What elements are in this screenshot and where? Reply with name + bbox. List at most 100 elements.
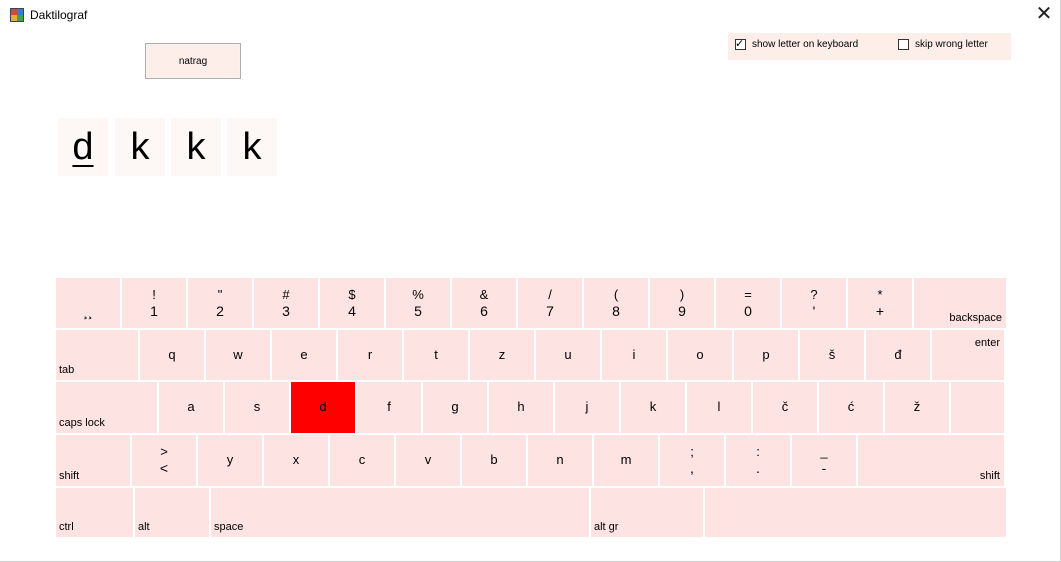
- key-y: y: [198, 435, 262, 486]
- key-m: m: [594, 435, 658, 486]
- key-q: q: [140, 330, 204, 380]
- key-c5be: ž: [885, 382, 949, 433]
- close-button[interactable]: ✕: [1030, 2, 1058, 28]
- key-label: tab: [59, 364, 75, 376]
- key-shift-symbol: %: [412, 287, 424, 302]
- key-x: x: [264, 435, 328, 486]
- key-shift-symbol: ;: [690, 444, 694, 459]
- key-f: f: [357, 382, 421, 433]
- key-shift: shift: [56, 435, 130, 486]
- key-symbol: 5: [414, 303, 422, 319]
- key-symbol: ': [812, 303, 816, 319]
- skip-wrong-checkbox[interactable]: skip wrong letter: [898, 39, 988, 50]
- key-letter: b: [490, 452, 498, 467]
- key-symbol: -: [821, 460, 827, 476]
- key-shift-symbol: /: [548, 287, 552, 302]
- key-7: /7: [518, 278, 582, 328]
- key-letter: ž: [913, 399, 921, 414]
- key-p: p: [734, 330, 798, 380]
- key-shift-symbol: !: [152, 287, 156, 302]
- key-c5a1: š: [800, 330, 864, 380]
- target-letter: k: [115, 118, 165, 176]
- key-shift-symbol: >: [160, 444, 168, 459]
- letter-char: d: [72, 126, 94, 168]
- key-shift-symbol: (: [613, 287, 619, 302]
- key-label: backspace: [949, 312, 1002, 324]
- key-letter: q: [168, 347, 176, 362]
- key-backspace: backspace: [914, 278, 1006, 328]
- key-symbol: ¸¸: [83, 303, 93, 319]
- key-letter: k: [649, 399, 657, 414]
- key-shift-symbol: _: [820, 444, 828, 459]
- key-3: #3: [254, 278, 318, 328]
- key-shift-symbol: =: [744, 287, 752, 302]
- key-letter: i: [632, 347, 636, 362]
- key-letter: ć: [847, 399, 855, 414]
- show-letter-label: show letter on keyboard: [752, 39, 859, 50]
- key-j: j: [555, 382, 619, 433]
- key-shift-symbol: :: [756, 444, 760, 459]
- key-shift: shift: [858, 435, 1004, 486]
- key-e: e: [272, 330, 336, 380]
- key-shift-symbol: #: [282, 287, 290, 302]
- key-s: s: [225, 382, 289, 433]
- key-shift-symbol: ?: [810, 287, 818, 302]
- on-screen-keyboard: ¸¸! 1 " 2 #3 $4% 5 & 6/7(8) 9 = 0? ' * + backspace tab q w…: [56, 278, 1006, 537]
- key-shift-symbol: &: [479, 287, 489, 302]
- key-enter: enter: [932, 330, 1004, 380]
- key-c: c: [330, 435, 394, 486]
- key-r: r: [338, 330, 402, 380]
- key--: _ -: [792, 435, 856, 486]
- key-0: = 0: [716, 278, 780, 328]
- title-bar: Daktilograf ✕: [0, 0, 1061, 30]
- key-letter: p: [762, 347, 770, 362]
- key-letter: h: [517, 399, 525, 414]
- key-letter: f: [387, 399, 391, 414]
- key-6: & 6: [452, 278, 516, 328]
- key-label: shift: [979, 470, 1000, 482]
- checkbox-box[interactable]: [898, 39, 909, 50]
- key-letter: c: [358, 452, 366, 467]
- key-letter: e: [300, 347, 308, 362]
- window-title: Daktilograf: [30, 8, 88, 22]
- key-w: w: [206, 330, 270, 380]
- key-label: alt gr: [594, 521, 619, 533]
- key-letter: u: [564, 347, 572, 362]
- show-letter-checkbox[interactable]: ✓ show letter on keyboard: [735, 38, 859, 50]
- key-symbol: 6: [480, 303, 488, 319]
- key-n: n: [528, 435, 592, 486]
- key-shift-symbol: *: [877, 287, 883, 302]
- key-letter: o: [696, 347, 704, 362]
- target-letter: k: [171, 118, 221, 176]
- key-label: ctrl: [59, 521, 74, 533]
- key-2c: ;,: [660, 435, 724, 486]
- checkbox-box[interactable]: ✓: [735, 38, 746, 50]
- key-.: :.: [726, 435, 790, 486]
- target-letter: d: [58, 118, 108, 176]
- key-symbol: 8: [612, 303, 620, 319]
- key-symbol: ,: [690, 460, 694, 476]
- key-3c: > <: [132, 435, 196, 486]
- key-t: t: [404, 330, 468, 380]
- key-letter: t: [434, 347, 438, 362]
- key-letter: m: [620, 452, 632, 467]
- key-u: u: [536, 330, 600, 380]
- key-z: z: [470, 330, 534, 380]
- key-label: enter: [974, 337, 1000, 349]
- back-button[interactable]: natrag: [145, 43, 241, 79]
- key-symbol: 4: [348, 303, 356, 319]
- key-letter: n: [556, 452, 564, 467]
- key-letter: w: [233, 347, 243, 362]
- key-2: " 2: [188, 278, 252, 328]
- options-panel: ✓ show letter on keyboard skip wrong let…: [728, 33, 1011, 60]
- key-letter: š: [828, 347, 836, 362]
- key-9: ) 9: [650, 278, 714, 328]
- key-highlighted-d: d: [291, 382, 355, 433]
- key-tab: tab: [56, 330, 138, 380]
- key-letter: j: [585, 399, 589, 414]
- key-b: b: [462, 435, 526, 486]
- key-4: $4: [320, 278, 384, 328]
- key-c2b8c2b8: ¸¸: [56, 278, 120, 328]
- letter-char: k: [186, 126, 206, 168]
- key-symbol: 1: [150, 303, 158, 319]
